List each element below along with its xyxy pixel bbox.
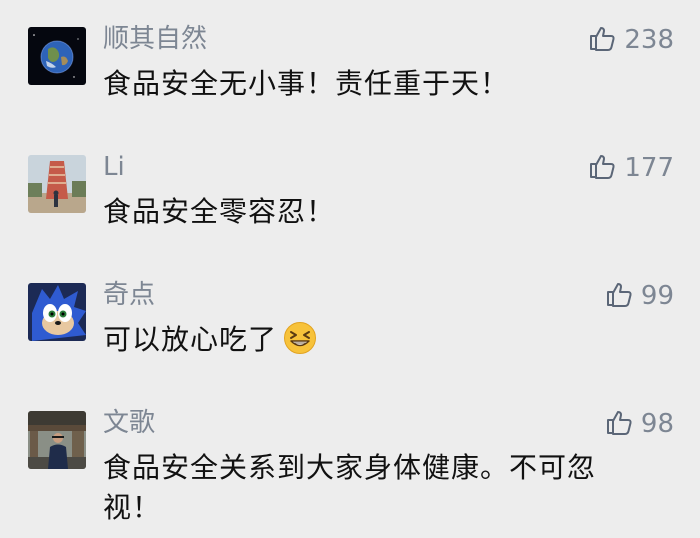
like-count: 177	[624, 153, 674, 183]
like-count: 98	[640, 409, 674, 439]
thumbs-up-icon	[588, 152, 616, 184]
thumbs-up-icon	[605, 408, 633, 440]
comment-text: 可以放心吃了	[103, 323, 278, 356]
comment-username[interactable]: Li	[103, 152, 125, 182]
monument-photo-avatar[interactable]	[28, 155, 86, 213]
sonic-avatar[interactable]	[28, 283, 86, 341]
person-photo-avatar[interactable]	[28, 411, 86, 469]
comment-username[interactable]: 奇点	[103, 280, 155, 310]
comment-username[interactable]: 文歌	[103, 408, 155, 438]
thumbs-up-icon	[605, 280, 633, 312]
grinning-squint-emoji	[283, 321, 317, 366]
like-button[interactable]: 177	[588, 151, 674, 185]
comment-text: 食品安全零容忍！	[103, 195, 336, 228]
like-button[interactable]: 98	[605, 407, 674, 441]
comment-text: 食品安全关系到大家身体健康。不可忽视！	[103, 451, 597, 524]
like-count: 238	[624, 25, 674, 55]
comment-username[interactable]: 顺其自然	[103, 24, 207, 54]
like-count: 99	[640, 281, 674, 311]
comment-text-row: 可以放心吃了	[103, 320, 643, 366]
earth-avatar[interactable]	[28, 27, 86, 85]
like-button[interactable]: 99	[605, 279, 674, 313]
thumbs-up-icon	[588, 24, 616, 56]
comment-text: 食品安全无小事！责任重于天！	[103, 67, 510, 100]
like-button[interactable]: 238	[588, 23, 674, 57]
